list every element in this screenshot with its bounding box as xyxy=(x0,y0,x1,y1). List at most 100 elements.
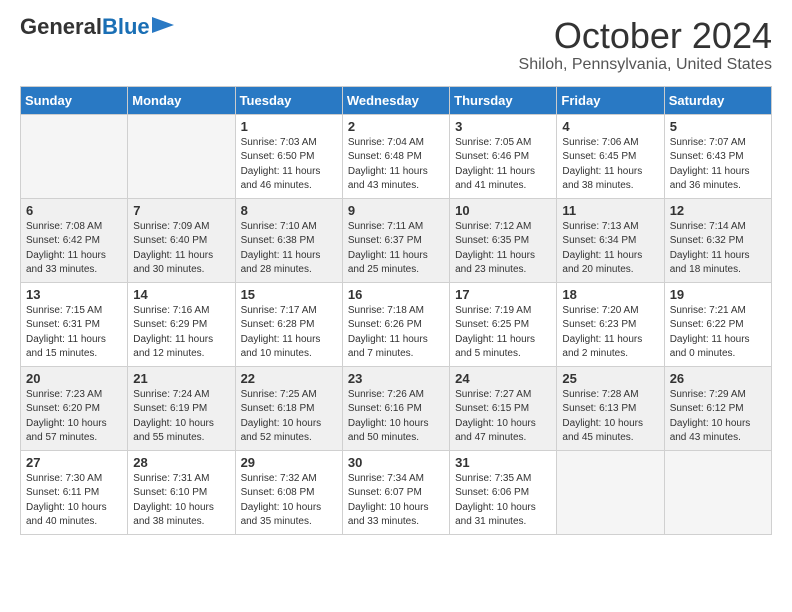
calendar-cell: 23 Sunrise: 7:26 AM Sunset: 6:16 PM Dayli… xyxy=(342,366,449,450)
cell-info: Sunrise: 7:07 AM Sunset: 6:43 PM Dayligh… xyxy=(670,137,750,192)
cell-info: Sunrise: 7:13 AM Sunset: 6:34 PM Dayligh… xyxy=(562,221,642,276)
calendar-cell: 3 Sunrise: 7:05 AM Sunset: 6:46 PM Daylig… xyxy=(450,114,557,198)
calendar-cell: 2 Sunrise: 7:04 AM Sunset: 6:48 PM Daylig… xyxy=(342,114,449,198)
calendar-header-row: SundayMondayTuesdayWednesdayThursdayFrid… xyxy=(21,86,772,114)
day-number: 25 xyxy=(562,371,658,386)
day-number: 26 xyxy=(670,371,766,386)
calendar-cell: 31 Sunrise: 7:35 AM Sunset: 6:06 PM Dayli… xyxy=(450,450,557,534)
day-number: 9 xyxy=(348,203,444,218)
day-number: 4 xyxy=(562,119,658,134)
cell-info: Sunrise: 7:35 AM Sunset: 6:06 PM Dayligh… xyxy=(455,473,536,528)
calendar-cell: 16 Sunrise: 7:18 AM Sunset: 6:26 PM Dayli… xyxy=(342,282,449,366)
cell-info: Sunrise: 7:23 AM Sunset: 6:20 PM Dayligh… xyxy=(26,389,107,444)
cell-info: Sunrise: 7:34 AM Sunset: 6:07 PM Dayligh… xyxy=(348,473,429,528)
cell-info: Sunrise: 7:17 AM Sunset: 6:28 PM Dayligh… xyxy=(241,305,321,360)
calendar-cell: 24Sunrise: 7:27 AM Sunset: 6:15 PM Dayli… xyxy=(450,366,557,450)
day-number: 22 xyxy=(241,371,337,386)
day-number: 31 xyxy=(455,455,551,470)
day-number: 11 xyxy=(562,203,658,218)
cell-info: Sunrise: 7:29 AM Sunset: 6:12 PM Dayligh… xyxy=(670,389,751,444)
cell-info: Sunrise: 7:31 AM Sunset: 6:10 PM Dayligh… xyxy=(133,473,214,528)
day-number: 15 xyxy=(241,287,337,302)
title-block: October 2024 Shiloh, Pennsylvania, Unite… xyxy=(519,16,772,74)
calendar-cell: 21 Sunrise: 7:24 AM Sunset: 6:19 PM Dayli… xyxy=(128,366,235,450)
day-number: 7 xyxy=(133,203,229,218)
day-number: 28 xyxy=(133,455,229,470)
calendar-cell: 1 Sunrise: 7:03 AM Sunset: 6:50 PM Daylig… xyxy=(235,114,342,198)
cell-info: Sunrise: 7:28 AM Sunset: 6:13 PM Dayligh… xyxy=(562,389,643,444)
day-number: 6 xyxy=(26,203,122,218)
cell-info: Sunrise: 7:26 AM Sunset: 6:16 PM Dayligh… xyxy=(348,389,429,444)
cell-info: Sunrise: 7:18 AM Sunset: 6:26 PM Dayligh… xyxy=(348,305,428,360)
day-number: 16 xyxy=(348,287,444,302)
cell-info: Sunrise: 7:14 AM Sunset: 6:32 PM Dayligh… xyxy=(670,221,750,276)
day-number: 29 xyxy=(241,455,337,470)
calendar-cell: 29 Sunrise: 7:32 AM Sunset: 6:08 PM Dayli… xyxy=(235,450,342,534)
calendar-cell: 6 Sunrise: 7:08 AM Sunset: 6:42 PM Daylig… xyxy=(21,198,128,282)
cell-info: Sunrise: 7:08 AM Sunset: 6:42 PM Dayligh… xyxy=(26,221,106,276)
logo-text: GeneralBlue xyxy=(20,16,150,38)
day-number: 21 xyxy=(133,371,229,386)
month-title: October 2024 xyxy=(519,16,772,56)
cell-info: Sunrise: 7:21 AM Sunset: 6:22 PM Dayligh… xyxy=(670,305,750,360)
calendar-cell: 12 Sunrise: 7:14 AM Sunset: 6:32 PM Dayli… xyxy=(664,198,771,282)
day-number: 3 xyxy=(455,119,551,134)
calendar-cell: 9 Sunrise: 7:11 AM Sunset: 6:37 PM Daylig… xyxy=(342,198,449,282)
cell-info: Sunrise: 7:24 AM Sunset: 6:19 PM Dayligh… xyxy=(133,389,214,444)
day-number: 27 xyxy=(26,455,122,470)
day-number: 14 xyxy=(133,287,229,302)
cell-info: Sunrise: 7:03 AM Sunset: 6:50 PM Dayligh… xyxy=(241,137,321,192)
cell-info: Sunrise: 7:30 AM Sunset: 6:11 PM Dayligh… xyxy=(26,473,107,528)
calendar-week-row: 27 Sunrise: 7:30 AM Sunset: 6:11 PM Dayli… xyxy=(21,450,772,534)
calendar-cell xyxy=(21,114,128,198)
day-number: 12 xyxy=(670,203,766,218)
day-number: 18 xyxy=(562,287,658,302)
calendar-cell: 28 Sunrise: 7:31 AM Sunset: 6:10 PM Dayli… xyxy=(128,450,235,534)
day-number: 20 xyxy=(26,371,122,386)
calendar-cell: 22 Sunrise: 7:25 AM Sunset: 6:18 PM Dayli… xyxy=(235,366,342,450)
day-header-friday: Friday xyxy=(557,86,664,114)
day-header-thursday: Thursday xyxy=(450,86,557,114)
logo-arrow-icon xyxy=(152,17,174,33)
calendar-table: SundayMondayTuesdayWednesdayThursdayFrid… xyxy=(20,86,772,535)
cell-info: Sunrise: 7:06 AM Sunset: 6:45 PM Dayligh… xyxy=(562,137,642,192)
cell-info: Sunrise: 7:25 AM Sunset: 6:18 PM Dayligh… xyxy=(241,389,322,444)
day-number: 8 xyxy=(241,203,337,218)
day-number: 2 xyxy=(348,119,444,134)
calendar-cell: 17 Sunrise: 7:19 AM Sunset: 6:25 PM Dayli… xyxy=(450,282,557,366)
day-number: 23 xyxy=(348,371,444,386)
day-header-tuesday: Tuesday xyxy=(235,86,342,114)
cell-info: Sunrise: 7:10 AM Sunset: 6:38 PM Dayligh… xyxy=(241,221,321,276)
cell-info: Sunrise: 7:05 AM Sunset: 6:46 PM Dayligh… xyxy=(455,137,535,192)
calendar-cell: 25 Sunrise: 7:28 AM Sunset: 6:13 PM Dayli… xyxy=(557,366,664,450)
cell-info: Sunrise: 7:19 AM Sunset: 6:25 PM Dayligh… xyxy=(455,305,535,360)
calendar-cell: 15 Sunrise: 7:17 AM Sunset: 6:28 PM Dayli… xyxy=(235,282,342,366)
header: GeneralBlue October 2024 Shiloh, Pennsyl… xyxy=(20,16,772,74)
cell-info: Sunrise: 7:04 AM Sunset: 6:48 PM Dayligh… xyxy=(348,137,428,192)
calendar-cell: 10Sunrise: 7:12 AM Sunset: 6:35 PM Dayli… xyxy=(450,198,557,282)
day-number: 1 xyxy=(241,119,337,134)
day-header-sunday: Sunday xyxy=(21,86,128,114)
calendar-week-row: 6 Sunrise: 7:08 AM Sunset: 6:42 PM Daylig… xyxy=(21,198,772,282)
cell-info: Sunrise: 7:16 AM Sunset: 6:29 PM Dayligh… xyxy=(133,305,213,360)
day-number: 30 xyxy=(348,455,444,470)
cell-info: Sunrise: 7:15 AM Sunset: 6:31 PM Dayligh… xyxy=(26,305,106,360)
calendar-cell xyxy=(664,450,771,534)
cell-info: Sunrise: 7:20 AM Sunset: 6:23 PM Dayligh… xyxy=(562,305,642,360)
calendar-cell: 19 Sunrise: 7:21 AM Sunset: 6:22 PM Dayli… xyxy=(664,282,771,366)
calendar-cell: 20 Sunrise: 7:23 AM Sunset: 6:20 PM Dayli… xyxy=(21,366,128,450)
calendar-cell xyxy=(557,450,664,534)
calendar-cell: 11 Sunrise: 7:13 AM Sunset: 6:34 PM Dayli… xyxy=(557,198,664,282)
logo: GeneralBlue xyxy=(20,16,174,38)
calendar-cell: 4 Sunrise: 7:06 AM Sunset: 6:45 PM Daylig… xyxy=(557,114,664,198)
calendar-cell xyxy=(128,114,235,198)
calendar-week-row: 20 Sunrise: 7:23 AM Sunset: 6:20 PM Dayli… xyxy=(21,366,772,450)
cell-info: Sunrise: 7:32 AM Sunset: 6:08 PM Dayligh… xyxy=(241,473,322,528)
calendar-cell: 26 Sunrise: 7:29 AM Sunset: 6:12 PM Dayli… xyxy=(664,366,771,450)
day-number: 19 xyxy=(670,287,766,302)
calendar-cell: 14 Sunrise: 7:16 AM Sunset: 6:29 PM Dayli… xyxy=(128,282,235,366)
day-header-monday: Monday xyxy=(128,86,235,114)
cell-info: Sunrise: 7:09 AM Sunset: 6:40 PM Dayligh… xyxy=(133,221,213,276)
cell-info: Sunrise: 7:11 AM Sunset: 6:37 PM Dayligh… xyxy=(348,221,428,276)
day-number: 17 xyxy=(455,287,551,302)
